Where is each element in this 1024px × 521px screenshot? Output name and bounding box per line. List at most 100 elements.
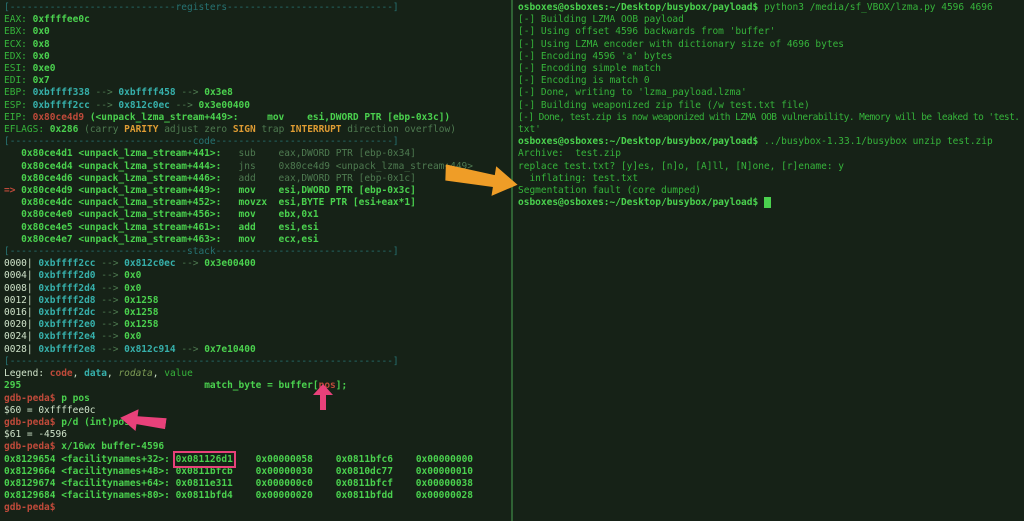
terminal-text-segment: 0020| — [4, 319, 38, 330]
terminal-line: EBX: 0x0 — [4, 26, 511, 38]
terminal-line: [-] Encoding is match 0 — [518, 75, 1024, 87]
terminal-line: osboxes@osboxes:~/Desktop/busybox/payloa… — [518, 197, 1024, 209]
terminal-line: inflating: test.txt — [518, 173, 1024, 185]
terminal-text-segment: [-------------------------------stack---… — [4, 246, 399, 257]
gdb-peda-debugger-pane[interactable]: [-----------------------------registers-… — [0, 0, 511, 521]
terminal-text-segment: 0x80ce4e5 <unpack_lzma_stream+461>: add … — [4, 222, 319, 233]
terminal-text-segment: gdb-peda$ — [4, 441, 61, 452]
terminal-text-segment: 0x80ce4d9 — [33, 112, 84, 123]
terminal-text-segment: 0x8129674 <facilitynames+64>: 0x0811e311… — [4, 478, 473, 489]
terminal-text-segment: [-] Done, writing to 'lzma_payload.lzma' — [518, 87, 747, 98]
terminal-cursor — [764, 197, 771, 208]
terminal-line: 0x8129674 <facilitynames+64>: 0x0811e311… — [4, 478, 511, 490]
terminal-text-segment: 295 — [4, 380, 21, 391]
terminal-text-segment: 0008| — [4, 283, 38, 294]
terminal-text-segment: 0x3e00400 — [204, 258, 255, 269]
terminal-text-segment: EDX: — [4, 51, 33, 62]
terminal-line: 0x80ce4e0 <unpack_lzma_stream+456>: mov … — [4, 209, 511, 221]
terminal-text-segment: sub eax,DWORD PTR [ebp-0x34] — [221, 148, 415, 159]
terminal-text-segment: --> — [176, 87, 205, 98]
terminal-line: [-] Building LZMA OOB payload — [518, 14, 1024, 26]
terminal-text-segment: --> — [96, 319, 125, 330]
terminal-text-segment: 0xbffff2d8 — [38, 295, 95, 306]
terminal-line: 0028| 0xbffff2e8 --> 0x812c914 --> 0x7e1… — [4, 344, 511, 356]
terminal-text-segment: 0xbffff2d0 — [38, 270, 95, 281]
terminal-text-segment: 0x8129654 <facilitynames+32>: — [4, 454, 176, 465]
terminal-text-segment: Legend: — [4, 368, 50, 379]
terminal-text-segment: --> — [96, 344, 125, 355]
terminal-text-segment: --> — [96, 307, 125, 318]
terminal-text-segment: Archive: test.zip — [518, 148, 621, 159]
terminal-text-segment: 0x286 — [50, 124, 79, 135]
terminal-line: 0020| 0xbffff2e0 --> 0x1258 — [4, 319, 511, 331]
terminal-text-segment: osboxes@osboxes:~/Desktop/busybox/payloa… — [518, 2, 758, 13]
terminal-text-segment: EDI: — [4, 75, 33, 86]
terminal-text-segment: SIGN — [233, 124, 256, 135]
terminal-text-segment: 0xe0 — [33, 63, 56, 74]
terminal-text-segment: ESI: — [4, 63, 33, 74]
terminal-text-segment: --> — [96, 258, 125, 269]
terminal-text-segment: 0016| — [4, 307, 38, 318]
shell-pane[interactable]: osboxes@osboxes:~/Desktop/busybox/payloa… — [514, 0, 1024, 521]
terminal-line: ECX: 0x8 — [4, 39, 511, 51]
terminal-text-segment: 0xbffff2e8 — [38, 344, 95, 355]
terminal-line: 0008| 0xbffff2d4 --> 0x0 — [4, 283, 511, 295]
terminal-text-segment: match_byte = buffer[ — [21, 380, 318, 391]
terminal-text-segment: [-] Encoding 4596 'a' bytes — [518, 51, 672, 62]
terminal-text-segment: osboxes@osboxes:~/Desktop/busybox/payloa… — [518, 136, 758, 147]
terminal-line: 0x8129664 <facilitynames+48>: 0x0811bfcb… — [4, 466, 511, 478]
terminal-text-segment: code — [50, 368, 73, 379]
terminal-text-segment: 0xbffff2e4 — [38, 331, 95, 342]
terminal-text-segment: --> — [176, 258, 205, 269]
terminal-text-segment: 0x80ce4d4 <unpack_lzma_stream+444>: — [4, 161, 221, 172]
terminal-text-segment: , — [107, 368, 118, 379]
terminal-line: gdb-peda$ — [4, 502, 511, 514]
terminal-line: EDI: 0x7 — [4, 75, 511, 87]
pane-divider — [511, 0, 513, 521]
terminal-text-segment: rodata — [118, 368, 152, 379]
terminal-line: EIP: 0x80ce4d9 (<unpack_lzma_stream+449>… — [4, 112, 511, 124]
terminal-line: gdb-peda$ p/d (int)pos — [4, 417, 511, 429]
terminal-text-segment: --> — [90, 87, 119, 98]
terminal-line: 0x8129654 <facilitynames+32>: 0x081126d1… — [4, 454, 511, 466]
terminal-text-segment: [---------------------------------------… — [4, 356, 399, 367]
terminal-text-segment: 0xbffff2cc — [33, 100, 90, 111]
terminal-line: 0000| 0xbffff2cc --> 0x812c0ec --> 0x3e0… — [4, 258, 511, 270]
terminal-text-segment: 0x812c0ec — [124, 258, 175, 269]
terminal-line: 0x80ce4d6 <unpack_lzma_stream+446>: add … — [4, 173, 511, 185]
terminal-text-segment: EFLAGS: — [4, 124, 50, 135]
terminal-line: Segmentation fault (core dumped) — [518, 185, 1024, 197]
terminal-text-segment: 0x812c0ec — [118, 100, 169, 111]
terminal-text-segment: $61 = -4596 — [4, 429, 67, 440]
terminal-text-segment: 0x1258 — [124, 295, 158, 306]
terminal-line: EFLAGS: 0x286 (carry PARITY adjust zero … — [4, 124, 511, 136]
terminal-text-segment: 0x8 — [33, 39, 50, 50]
terminal-text-segment: gdb-peda$ — [4, 393, 61, 404]
terminal-text-segment: [-----------------------------registers-… — [4, 2, 399, 13]
terminal-line: [-------------------------------stack---… — [4, 246, 511, 258]
terminal-text-segment: 0x0 — [124, 270, 141, 281]
terminal-line: 295 match_byte = buffer[pos]; — [4, 380, 511, 392]
terminal-text-segment: 0x7 — [33, 75, 50, 86]
terminal-text-segment: 0xbffff338 — [33, 87, 90, 98]
terminal-line: [-] Encoding simple match — [518, 63, 1024, 75]
terminal-text-segment: adjust zero — [158, 124, 232, 135]
terminal-text-segment: 0x80ce4e7 <unpack_lzma_stream+463>: mov … — [4, 234, 319, 245]
terminal-line: 0x80ce4d1 <unpack_lzma_stream+441>: sub … — [4, 148, 511, 160]
terminal-text-segment: 0x0 — [124, 331, 141, 342]
terminal-line: 0x80ce4e5 <unpack_lzma_stream+461>: add … — [4, 222, 511, 234]
terminal-line: EAX: 0xffffee0c — [4, 14, 511, 26]
terminal-text-segment: python3 /media/sf_VBOX/lzma.py 4596 4696 — [758, 2, 993, 13]
terminal-line: osboxes@osboxes:~/Desktop/busybox/payloa… — [518, 2, 1024, 14]
terminal-text-segment: 0024| — [4, 331, 38, 342]
terminal-text-segment: [-] Building LZMA OOB payload — [518, 14, 684, 25]
terminal-text-segment: [-] Building weaponized zip file (/w tes… — [518, 100, 810, 111]
terminal-line: 0x8129684 <facilitynames+80>: 0x0811bfd4… — [4, 490, 511, 502]
terminal-text-segment: 0x7e10400 — [204, 344, 255, 355]
terminal-text-segment: 0x0 — [124, 283, 141, 294]
terminal-text-segment: EAX: — [4, 14, 33, 25]
terminal-text-segment: 0xbffff2cc — [38, 258, 95, 269]
terminal-line: txt' — [518, 124, 1024, 136]
terminal-text-segment: INTERRUPT — [290, 124, 341, 135]
terminal-text-segment: [-] Encoding is match 0 — [518, 75, 650, 86]
